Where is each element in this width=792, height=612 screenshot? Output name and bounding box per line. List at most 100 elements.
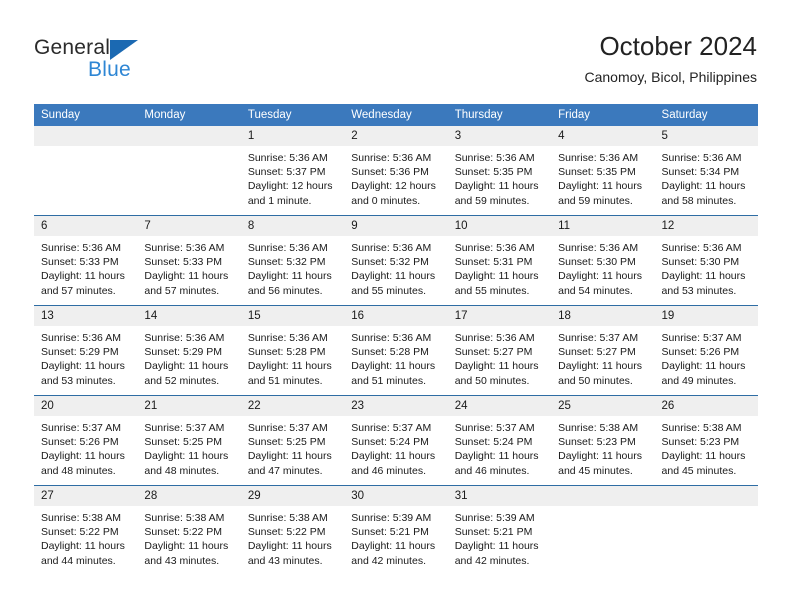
- day-details: Sunrise: 5:36 AM Sunset: 5:35 PM Daylight:…: [551, 146, 654, 208]
- day-number: 16: [344, 306, 448, 326]
- day-details: Sunrise: 5:36 AM Sunset: 5:28 PM Daylight:…: [344, 326, 447, 388]
- calendar-day-cell[interactable]: 27 Sunrise: 5:38 AM Sunset: 5:22 PM Dayligh…: [34, 485, 138, 575]
- sunrise-text: Sunrise: 5:37 AM: [558, 332, 639, 344]
- day-number: 6: [34, 216, 138, 236]
- day-number: [137, 126, 241, 146]
- calendar-day-cell[interactable]: 28 Sunrise: 5:38 AM Sunset: 5:22 PM Dayligh…: [137, 485, 241, 575]
- sunset-text: Sunset: 5:26 PM: [41, 436, 119, 449]
- sunset-text: Sunset: 5:33 PM: [144, 256, 223, 269]
- calendar-day-cell[interactable]: 20 Sunrise: 5:37 AM Sunset: 5:26 PM Dayligh…: [34, 395, 138, 486]
- sunrise-text: Sunrise: 5:37 AM: [661, 332, 742, 344]
- day-cell-inner: 24 Sunrise: 5:37 AM Sunset: 5:24 PM Dayligh…: [447, 396, 552, 485]
- calendar-day-cell[interactable]: 10 Sunrise: 5:36 AM Sunset: 5:31 PM Dayligh…: [447, 215, 552, 306]
- calendar-day-cell[interactable]: 25 Sunrise: 5:38 AM Sunset: 5:23 PM Dayligh…: [551, 395, 655, 486]
- day-cell-inner: [137, 126, 241, 215]
- daylight-text-line2: and 1 minute.: [247, 194, 312, 207]
- calendar-day-cell[interactable]: 15 Sunrise: 5:36 AM Sunset: 5:28 PM Dayligh…: [240, 305, 345, 396]
- daylight-text-line2: and 55 minutes.: [454, 284, 530, 297]
- sunset-text: Sunset: 5:36 PM: [351, 166, 429, 179]
- day-cell-inner: 25 Sunrise: 5:38 AM Sunset: 5:23 PM Dayligh…: [551, 396, 655, 485]
- calendar-day-cell[interactable]: 22 Sunrise: 5:37 AM Sunset: 5:25 PM Dayligh…: [240, 395, 345, 486]
- day-cell-inner: 9 Sunrise: 5:36 AM Sunset: 5:32 PM Daylight…: [344, 216, 448, 305]
- calendar-day-cell[interactable]: 7 Sunrise: 5:36 AM Sunset: 5:33 PM Daylight…: [137, 215, 241, 306]
- day-number: 15: [240, 306, 345, 326]
- weekday-header-sunday: Sunday: [34, 104, 138, 126]
- day-details: Sunrise: 5:36 AM Sunset: 5:33 PM Daylight:…: [137, 236, 240, 298]
- day-cell-inner: 16 Sunrise: 5:36 AM Sunset: 5:28 PM Dayligh…: [344, 306, 448, 395]
- daylight-text-line1: Daylight: 11 hours: [41, 540, 125, 553]
- daylight-text-line2: and 44 minutes.: [41, 554, 116, 567]
- calendar-day-cell[interactable]: 26 Sunrise: 5:38 AM Sunset: 5:23 PM Dayligh…: [654, 395, 758, 486]
- daylight-text-line2: and 43 minutes.: [144, 554, 220, 567]
- calendar-day-cell[interactable]: 9 Sunrise: 5:36 AM Sunset: 5:32 PM Daylight…: [344, 215, 448, 306]
- daylight-text-line2: and 45 minutes.: [661, 464, 737, 477]
- sunrise-text: Sunrise: 5:36 AM: [351, 152, 432, 164]
- day-details: Sunrise: 5:38 AM Sunset: 5:23 PM Daylight:…: [655, 416, 758, 478]
- calendar-day-cell[interactable]: 1 Sunrise: 5:36 AM Sunset: 5:37 PM Daylight…: [240, 126, 345, 216]
- calendar-day-cell[interactable]: 8 Sunrise: 5:36 AM Sunset: 5:32 PM Daylight…: [240, 215, 345, 306]
- calendar-day-cell[interactable]: 19 Sunrise: 5:37 AM Sunset: 5:26 PM Dayligh…: [654, 305, 758, 396]
- daylight-text-line1: Daylight: 11 hours: [558, 180, 642, 193]
- day-cell-inner: 30 Sunrise: 5:39 AM Sunset: 5:21 PM Dayligh…: [344, 486, 448, 575]
- daylight-text-line1: Daylight: 11 hours: [454, 180, 539, 193]
- sunset-text: Sunset: 5:26 PM: [661, 346, 740, 359]
- calendar-day-cell[interactable]: 31 Sunrise: 5:39 AM Sunset: 5:21 PM Dayligh…: [447, 485, 552, 575]
- sunrise-text: Sunrise: 5:37 AM: [454, 422, 535, 434]
- daylight-text-line1: Daylight: 12 hours: [351, 180, 436, 193]
- weekday-header-monday: Monday: [137, 104, 241, 126]
- day-cell-inner: 29 Sunrise: 5:38 AM Sunset: 5:22 PM Dayligh…: [240, 486, 345, 575]
- calendar-week-row: 13 Sunrise: 5:36 AM Sunset: 5:29 PM Dayligh…: [34, 305, 758, 396]
- daylight-text-line1: Daylight: 11 hours: [558, 360, 642, 373]
- calendar-day-cell[interactable]: 13 Sunrise: 5:36 AM Sunset: 5:29 PM Dayligh…: [34, 305, 138, 396]
- day-number: 11: [551, 216, 655, 236]
- calendar-day-cell[interactable]: 21 Sunrise: 5:37 AM Sunset: 5:25 PM Dayligh…: [137, 395, 241, 486]
- calendar-day-cell[interactable]: 5 Sunrise: 5:36 AM Sunset: 5:34 PM Daylight…: [654, 126, 758, 216]
- daylight-text-line2: and 49 minutes.: [661, 374, 737, 387]
- day-details: Sunrise: 5:37 AM Sunset: 5:25 PM Daylight:…: [137, 416, 240, 478]
- calendar-day-cell[interactable]: 29 Sunrise: 5:38 AM Sunset: 5:22 PM Dayligh…: [240, 485, 345, 575]
- daylight-text-line1: Daylight: 11 hours: [351, 360, 436, 373]
- sunset-text: Sunset: 5:37 PM: [247, 166, 326, 179]
- day-details: Sunrise: 5:36 AM Sunset: 5:29 PM Daylight:…: [34, 326, 137, 388]
- sunrise-text: Sunrise: 5:36 AM: [351, 332, 432, 344]
- calendar-day-cell[interactable]: 30 Sunrise: 5:39 AM Sunset: 5:21 PM Dayligh…: [344, 485, 448, 575]
- calendar-day-cell[interactable]: 2 Sunrise: 5:36 AM Sunset: 5:36 PM Daylight…: [344, 126, 448, 216]
- page-header: General Blue October 2024 Canomoy, Bicol…: [0, 0, 792, 104]
- calendar-day-cell[interactable]: 14 Sunrise: 5:36 AM Sunset: 5:29 PM Dayligh…: [137, 305, 241, 396]
- calendar-week-row: 20 Sunrise: 5:37 AM Sunset: 5:26 PM Dayligh…: [34, 395, 758, 486]
- day-number: [34, 126, 138, 146]
- calendar-day-cell[interactable]: 23 Sunrise: 5:37 AM Sunset: 5:24 PM Dayligh…: [344, 395, 448, 486]
- calendar-day-cell[interactable]: 17 Sunrise: 5:36 AM Sunset: 5:27 PM Dayligh…: [447, 305, 552, 396]
- sunrise-text: Sunrise: 5:37 AM: [144, 422, 225, 434]
- logo-triangle-icon: [110, 40, 138, 60]
- calendar-day-cell[interactable]: 11 Sunrise: 5:36 AM Sunset: 5:30 PM Dayligh…: [551, 215, 655, 306]
- daylight-text-line1: Daylight: 11 hours: [661, 180, 746, 193]
- day-details: Sunrise: 5:36 AM Sunset: 5:32 PM Daylight:…: [241, 236, 344, 298]
- day-cell-inner: 8 Sunrise: 5:36 AM Sunset: 5:32 PM Daylight…: [240, 216, 345, 305]
- sunset-text: Sunset: 5:22 PM: [247, 526, 326, 539]
- calendar-day-cell[interactable]: 24 Sunrise: 5:37 AM Sunset: 5:24 PM Dayligh…: [447, 395, 552, 486]
- calendar-day-cell[interactable]: 16 Sunrise: 5:36 AM Sunset: 5:28 PM Dayligh…: [344, 305, 448, 396]
- day-number: 29: [240, 486, 345, 506]
- calendar-day-cell[interactable]: 3 Sunrise: 5:36 AM Sunset: 5:35 PM Daylight…: [447, 126, 552, 216]
- calendar-day-cell[interactable]: 12 Sunrise: 5:36 AM Sunset: 5:30 PM Dayligh…: [654, 215, 758, 306]
- day-details: Sunrise: 5:36 AM Sunset: 5:34 PM Daylight:…: [655, 146, 758, 208]
- sunset-text: Sunset: 5:34 PM: [661, 166, 740, 179]
- daylight-text-line2: and 46 minutes.: [351, 464, 426, 477]
- logo-text-blue: Blue: [88, 58, 131, 81]
- day-cell-inner: 17 Sunrise: 5:36 AM Sunset: 5:27 PM Dayligh…: [447, 306, 552, 395]
- day-number: 23: [344, 396, 448, 416]
- calendar-day-cell[interactable]: 4 Sunrise: 5:36 AM Sunset: 5:35 PM Daylight…: [551, 126, 655, 216]
- daylight-text-line1: Daylight: 11 hours: [661, 270, 746, 283]
- day-cell-inner: 5 Sunrise: 5:36 AM Sunset: 5:34 PM Daylight…: [654, 126, 758, 215]
- daylight-text-line1: Daylight: 11 hours: [144, 450, 229, 463]
- daylight-text-line1: Daylight: 11 hours: [351, 450, 436, 463]
- day-cell-inner: 23 Sunrise: 5:37 AM Sunset: 5:24 PM Dayligh…: [344, 396, 448, 485]
- page-title: October 2024: [599, 31, 757, 61]
- sunset-text: Sunset: 5:24 PM: [454, 436, 533, 449]
- calendar-day-cell[interactable]: 6 Sunrise: 5:36 AM Sunset: 5:33 PM Daylight…: [34, 215, 138, 306]
- sunset-text: Sunset: 5:29 PM: [144, 346, 223, 359]
- sunrise-text: Sunrise: 5:38 AM: [247, 512, 328, 524]
- calendar-day-cell[interactable]: 18 Sunrise: 5:37 AM Sunset: 5:27 PM Dayligh…: [551, 305, 655, 396]
- daylight-text-line2: and 53 minutes.: [661, 284, 737, 297]
